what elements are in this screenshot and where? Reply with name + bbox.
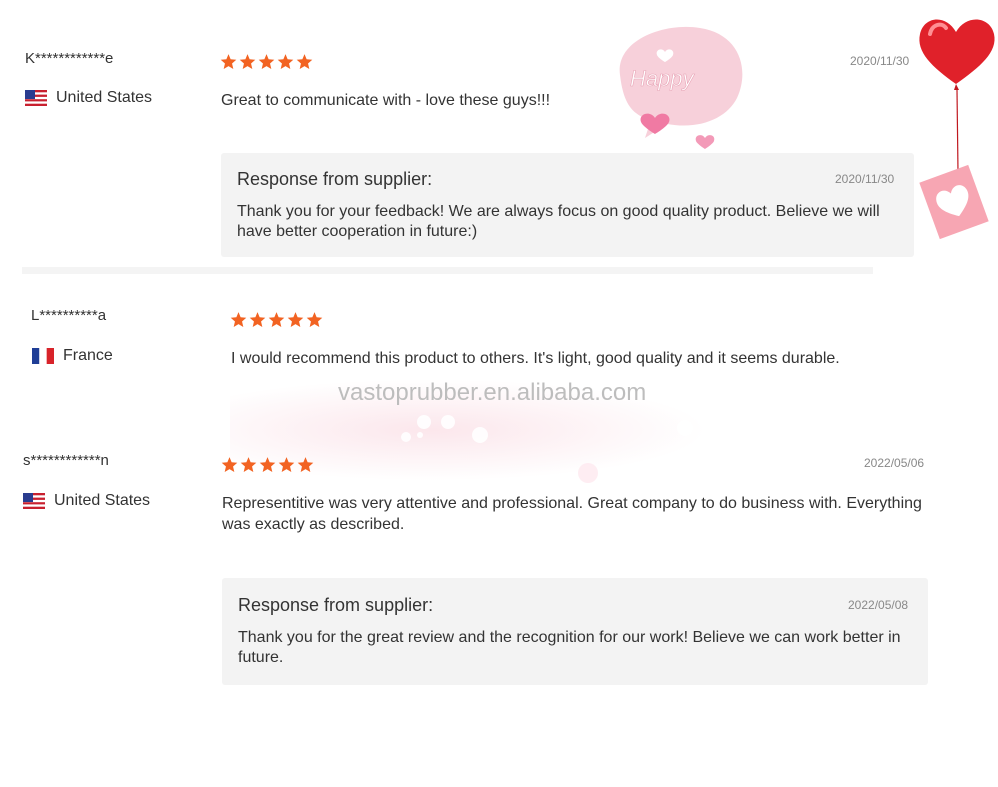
supplier-response: Response from supplier: 2020/11/30 Thank… bbox=[221, 153, 914, 257]
watermark-text: vastoprubber.en.alibaba.com bbox=[338, 379, 647, 406]
reviewer-country: France bbox=[32, 347, 113, 365]
star-icon bbox=[287, 312, 304, 328]
star-icon bbox=[220, 54, 237, 70]
bokeh-dots-decoration bbox=[401, 415, 693, 483]
fr-flag-icon bbox=[32, 348, 54, 364]
star-icon bbox=[230, 312, 247, 328]
reviewer-name: s************n bbox=[23, 452, 109, 469]
response-text: Thank you for the great review and the r… bbox=[238, 629, 901, 666]
star-icon bbox=[259, 457, 276, 473]
star-icon bbox=[258, 54, 275, 70]
reviewer-name: K************e bbox=[25, 50, 114, 67]
country-label: United States bbox=[54, 492, 151, 509]
review-divider bbox=[22, 267, 873, 274]
review-date: 2022/05/06 bbox=[864, 456, 925, 470]
reviewer-name: L**********a bbox=[31, 307, 107, 324]
response-text: Thank you for your feedback! We are alwa… bbox=[237, 203, 880, 240]
response-date: 2020/11/30 bbox=[835, 172, 895, 186]
response-title: Response from supplier: bbox=[237, 169, 433, 189]
star-icon bbox=[249, 312, 266, 328]
star-icon bbox=[277, 54, 294, 70]
review-comment: Great to communicate with - love these g… bbox=[221, 92, 551, 109]
us-flag-icon bbox=[23, 493, 45, 509]
country-label: United States bbox=[56, 89, 153, 106]
star-icon bbox=[240, 457, 257, 473]
star-icon bbox=[296, 54, 313, 70]
reviewer-country: United States bbox=[25, 89, 152, 107]
review-comment: I would recommend this product to others… bbox=[231, 350, 840, 367]
star-icon bbox=[239, 54, 256, 70]
star-icon bbox=[278, 457, 295, 473]
review-date: 2020/11/30 bbox=[850, 54, 910, 68]
country-label: France bbox=[63, 347, 113, 364]
star-rating bbox=[221, 456, 316, 473]
star-rating bbox=[230, 311, 325, 328]
star-icon bbox=[221, 457, 238, 473]
star-icon bbox=[297, 457, 314, 473]
star-rating bbox=[220, 53, 315, 70]
supplier-response: Response from supplier: 2022/05/08 Thank… bbox=[222, 578, 928, 685]
heart-balloon-decoration bbox=[919, 19, 995, 240]
reviewer-country: United States bbox=[23, 492, 150, 510]
review-comment: Representitive was very attentive and pr… bbox=[222, 495, 922, 533]
us-flag-icon bbox=[25, 90, 47, 106]
star-icon bbox=[306, 312, 323, 328]
response-title: Response from supplier: bbox=[238, 595, 434, 615]
star-icon bbox=[268, 312, 285, 328]
response-date: 2022/05/08 bbox=[848, 598, 909, 612]
happy-text: Happy bbox=[630, 66, 696, 91]
